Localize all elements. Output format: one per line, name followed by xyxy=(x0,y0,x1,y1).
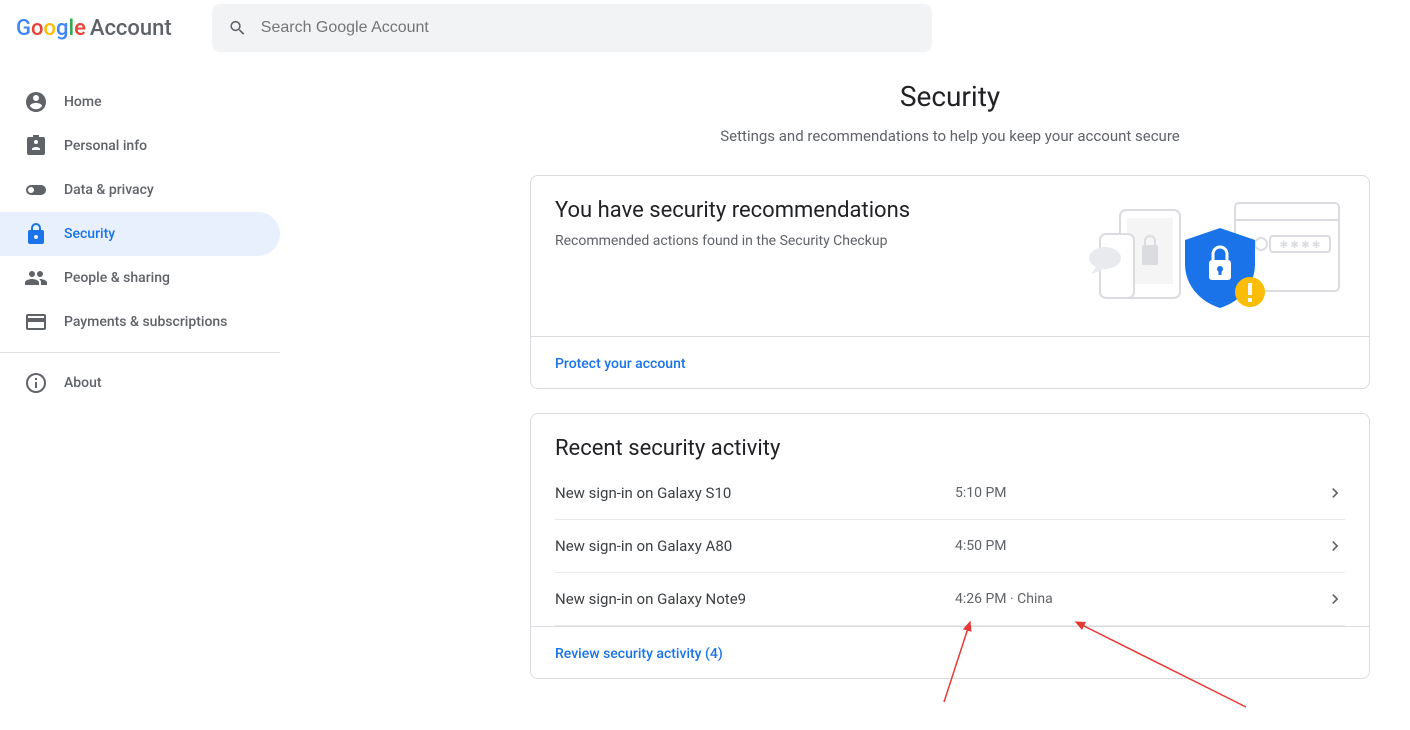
reco-card-title: You have security recommendations xyxy=(555,198,910,223)
sidebar-item-personal-info[interactable]: Personal info xyxy=(0,124,280,168)
sidebar-item-payments[interactable]: Payments & subscriptions xyxy=(0,300,280,344)
sidebar-item-home[interactable]: Home xyxy=(0,80,280,124)
sidebar-item-label: About xyxy=(64,375,102,391)
page-subtitle: Settings and recommendations to help you… xyxy=(530,127,1370,145)
credit-card-icon xyxy=(24,310,48,334)
person-circle-icon xyxy=(24,90,48,114)
activity-label: New sign-in on Galaxy S10 xyxy=(555,484,955,502)
svg-text:✱ ✱ ✱ ✱: ✱ ✱ ✱ ✱ xyxy=(1280,240,1321,251)
security-illustration: ✱ ✱ ✱ ✱ xyxy=(1045,198,1345,318)
id-card-icon xyxy=(24,134,48,158)
lock-icon xyxy=(24,222,48,246)
page-title: Security xyxy=(530,80,1370,113)
activity-row[interactable]: New sign-in on Galaxy Note9 4:26 PM · Ch… xyxy=(555,573,1345,626)
search-icon xyxy=(228,18,247,38)
activity-time: 4:50 PM xyxy=(955,538,1325,554)
header: Google Account xyxy=(0,0,1410,56)
sidebar-item-people-sharing[interactable]: People & sharing xyxy=(0,256,280,300)
main-content: Security Settings and recommendations to… xyxy=(530,80,1370,703)
sidebar-item-label: Data & privacy xyxy=(64,182,154,198)
sidebar-item-about[interactable]: About xyxy=(0,361,280,405)
activity-time: 4:26 PM · China xyxy=(955,591,1325,607)
review-activity-link[interactable]: Review security activity (4) xyxy=(555,646,723,662)
activity-label: New sign-in on Galaxy Note9 xyxy=(555,590,955,608)
sidebar-item-label: Home xyxy=(64,94,102,110)
activity-label: New sign-in on Galaxy A80 xyxy=(555,537,955,555)
protect-account-link[interactable]: Protect your account xyxy=(555,356,686,372)
chevron-right-icon xyxy=(1325,536,1345,556)
sidebar-item-label: People & sharing xyxy=(64,270,170,286)
chevron-right-icon xyxy=(1325,589,1345,609)
logo-account-text: Account xyxy=(90,16,172,41)
people-icon xyxy=(24,266,48,290)
info-icon xyxy=(24,371,48,395)
sidebar-item-label: Security xyxy=(64,226,115,242)
toggle-icon xyxy=(24,178,48,202)
sidebar-item-label: Personal info xyxy=(64,138,147,154)
security-recommendations-card: You have security recommendations Recomm… xyxy=(530,175,1370,389)
activity-row[interactable]: New sign-in on Galaxy A80 4:50 PM xyxy=(555,520,1345,573)
sidebar-item-data-privacy[interactable]: Data & privacy xyxy=(0,168,280,212)
reco-card-description: Recommended actions found in the Securit… xyxy=(555,233,910,249)
google-account-logo[interactable]: Google Account xyxy=(16,16,172,41)
sidebar: Home Personal info Data & privacy Securi… xyxy=(0,80,280,405)
activity-card-title: Recent security activity xyxy=(531,414,1369,467)
sidebar-item-security[interactable]: Security xyxy=(0,212,280,256)
activity-time: 5:10 PM xyxy=(955,485,1325,501)
sidebar-item-label: Payments & subscriptions xyxy=(64,314,227,330)
sidebar-divider xyxy=(0,352,280,353)
activity-row[interactable]: New sign-in on Galaxy S10 5:10 PM xyxy=(555,467,1345,520)
search-input[interactable] xyxy=(261,19,916,37)
chevron-right-icon xyxy=(1325,483,1345,503)
recent-activity-card: Recent security activity New sign-in on … xyxy=(530,413,1370,679)
search-box[interactable] xyxy=(212,4,932,52)
